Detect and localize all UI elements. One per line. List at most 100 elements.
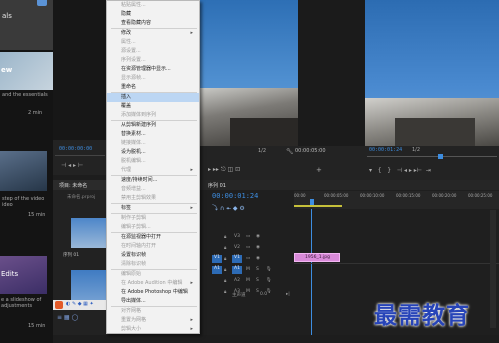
context-menu-item[interactable]: 设置标识帧 — [107, 251, 199, 260]
context-menu-item[interactable]: 链接媒体... — [107, 139, 199, 148]
track-name[interactable]: A1 — [232, 266, 242, 274]
track-headers: 🔒︎ V3 ▭ ◉ 🔒︎ V2 ▭ ◉ V1 🔒︎ V1 ▭ ◉ A1 🔒︎ A… — [200, 232, 294, 295]
card-title: Edits — [1, 270, 19, 278]
context-menu-item[interactable]: 编辑子剪辑... — [107, 223, 199, 232]
vertical-scrollbar[interactable] — [490, 210, 496, 328]
context-menu-item[interactable]: 剪辑大小 — [107, 325, 199, 334]
context-menu-item[interactable]: 在 Adobe Photoshop 中编辑 — [107, 288, 199, 297]
lock-icon[interactable]: 🔒︎ — [224, 245, 226, 251]
context-menu-item[interactable]: 速度/持续时间... — [107, 176, 199, 185]
program-timecode[interactable]: 00:00:01:24 — [369, 147, 402, 153]
context-menu-item[interactable]: 禁用主剪辑效果 — [107, 194, 199, 203]
context-menu-item[interactable]: 显示源帧... — [107, 74, 199, 83]
card-duration: 15 min — [28, 323, 46, 329]
context-menu-item[interactable]: 在时间轴内打开 — [107, 242, 199, 251]
sync-icon[interactable]: ▭ — [246, 256, 250, 261]
master-value[interactable]: 0.0 — [260, 292, 267, 297]
project-tab-label: 项目: 未命名 — [59, 183, 88, 189]
program-scrub-bar[interactable] — [367, 156, 497, 157]
source-viewer — [53, 0, 108, 140]
source-patch-a1[interactable]: A1 — [212, 266, 222, 274]
mic-icon[interactable]: 🎙︎ — [266, 278, 272, 283]
card-duration: 15 min — [28, 212, 46, 218]
list-view-icon[interactable]: ≡ ▦ ◯ — [57, 314, 78, 321]
solo-icon[interactable]: S — [256, 267, 259, 272]
learn-card-1[interactable]: als — [0, 0, 53, 50]
mic-icon[interactable]: 🎙︎ — [266, 267, 272, 272]
track-name: V3 — [234, 234, 240, 239]
learn-card-2-thumbnail[interactable]: ew — [0, 52, 53, 90]
context-menu-item[interactable]: 导出媒体... — [107, 297, 199, 306]
playhead-icon[interactable] — [438, 154, 443, 159]
work-area-bar[interactable] — [294, 205, 342, 207]
eye-icon[interactable]: ◉ — [256, 245, 260, 250]
eye-icon[interactable]: ◉ — [256, 234, 260, 239]
mute-icon[interactable]: M — [246, 278, 250, 283]
program-fraction[interactable]: 1/2 — [412, 147, 420, 153]
context-menu-item[interactable]: 从剪辑新建序列 — [107, 121, 199, 130]
project-tab[interactable]: 项目: 未命名 — [53, 180, 108, 190]
card-title: als — [2, 12, 12, 20]
context-menu-item[interactable]: 标签 — [107, 204, 199, 213]
project-item-thumbnail[interactable] — [71, 218, 107, 248]
track-header: A1 🔒︎ A1 M S 🎙︎ — [200, 265, 294, 275]
context-menu-item[interactable]: 修改 — [107, 29, 199, 38]
context-menu-item[interactable]: 在 Adobe Audition 中编辑 — [107, 279, 199, 288]
timeline-clip[interactable]: 1956_1.jpg — [294, 253, 340, 262]
playhead-icon[interactable] — [310, 199, 314, 205]
add-button-icon[interactable]: + — [316, 166, 322, 174]
sync-icon[interactable]: ▭ — [246, 245, 250, 250]
lock-icon[interactable]: 🔒︎ — [224, 256, 226, 262]
ime-icon[interactable] — [55, 301, 63, 309]
program-fit-label[interactable]: 1/2 — [258, 148, 266, 154]
context-menu-item[interactable]: 属性... — [107, 38, 199, 47]
jump-icon[interactable]: ▸| — [286, 292, 290, 297]
ruler-tick: 00:00:15:00 — [396, 193, 421, 198]
program-monitor-controls: 00:00:01:24 1/2 ▾ { } ⊣ ◂ ▸ ▸⊢ ⇥ — [365, 146, 499, 180]
context-menu-item[interactable]: 重命名 — [107, 83, 199, 92]
wrench-icon[interactable]: 🔧︎ — [286, 148, 294, 155]
transport-controls-icon[interactable]: ▸ ▸▸ ⎋ ◫ ⊡ — [208, 166, 240, 174]
eye-icon[interactable]: ◉ — [256, 256, 260, 261]
context-menu-item[interactable]: 设为脱机... — [107, 148, 199, 157]
timeline-ruler[interactable]: 00:00 00:00:05:00 00:00:10:00 00:00:15:0… — [294, 191, 499, 209]
source-patch-v1[interactable]: V1 — [212, 255, 222, 263]
context-menu-item[interactable]: 覆盖 — [107, 102, 199, 111]
toolbar-icons[interactable]: ◐ ✎ ◆ ▦ ✦ — [66, 301, 94, 307]
context-menu-item[interactable]: 隐藏 — [107, 10, 199, 19]
context-menu-item[interactable]: 粘贴属性... — [107, 1, 199, 10]
context-menu-item[interactable]: 重置为网格 — [107, 316, 199, 325]
track-name[interactable]: V1 — [232, 255, 242, 263]
context-menu-item[interactable]: 在源监视器中打开 — [107, 233, 199, 242]
context-menu-item[interactable]: 代理 — [107, 166, 199, 175]
context-menu-item[interactable]: 编辑原始 — [107, 270, 199, 279]
mute-icon[interactable]: M — [246, 267, 250, 272]
transport-controls-icon[interactable]: ▾ { } ⊣ ◂ ▸ ▸⊢ ⇥ — [369, 167, 431, 174]
sync-icon[interactable]: ▭ — [246, 234, 250, 239]
timeline-timecode[interactable]: 00:00:01:24 — [212, 192, 258, 200]
solo-icon[interactable]: S — [256, 278, 259, 283]
context-menu-item[interactable]: 音频增益... — [107, 185, 199, 194]
context-menu-item[interactable]: 序列设置... — [107, 56, 199, 65]
lock-icon[interactable]: 🔒︎ — [224, 278, 226, 284]
context-menu-item[interactable]: 制作子剪辑 — [107, 214, 199, 223]
context-menu-item[interactable]: 替换素材... — [107, 130, 199, 139]
context-menu-item[interactable]: 添加媒体到序列 — [107, 111, 199, 120]
context-menu-item[interactable]: 在资源管理器中显示... — [107, 65, 199, 74]
source-timecode[interactable]: 00:00:00:00 — [59, 146, 92, 152]
context-menu-item[interactable]: 插入 — [107, 93, 199, 102]
source-scrub-bar[interactable] — [55, 155, 105, 156]
context-menu-item[interactable]: 清除标识帧 — [107, 260, 199, 269]
source-controls-icon[interactable]: ⊣ ◂ ▸ ⊢ — [61, 162, 83, 169]
context-menu-item[interactable]: 脱机编辑... — [107, 157, 199, 166]
timeline-tab[interactable]: 序列 01 — [200, 180, 499, 190]
learn-card-4-thumbnail[interactable]: Edits — [0, 256, 47, 294]
context-menu-item[interactable]: 对齐网格 — [107, 307, 199, 316]
lock-icon[interactable]: 🔒︎ — [224, 234, 226, 240]
lock-icon[interactable]: 🔒︎ — [224, 267, 226, 273]
timeline-tools-icon[interactable]: ⤵ ∩ ⯬ ◆ ⚙ — [212, 203, 245, 213]
learn-card-3-thumbnail[interactable] — [0, 151, 47, 191]
context-menu-item[interactable]: 源设置... — [107, 47, 199, 56]
context-menu-item[interactable]: 查看隐藏内容 — [107, 19, 199, 28]
submenu-arrow-icon: ▸ — [190, 167, 193, 173]
